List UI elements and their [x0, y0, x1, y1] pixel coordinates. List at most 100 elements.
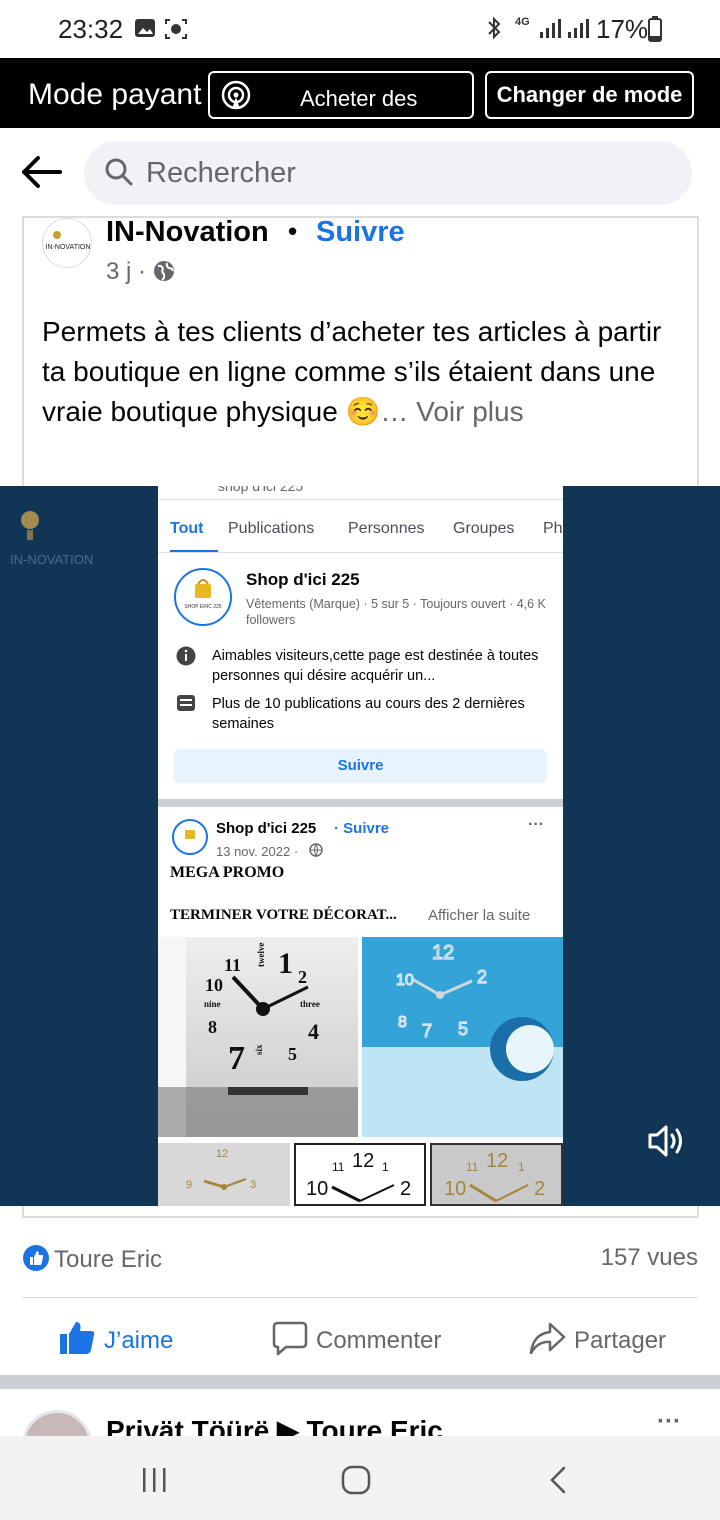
status-time: 23:32 [58, 14, 124, 44]
svg-text:2: 2 [534, 1178, 545, 1200]
like-button[interactable]: J’aime [58, 1320, 173, 1363]
clock-photo-3: 12 9 3 [158, 1143, 290, 1206]
share-label: Partager [574, 1327, 667, 1354]
inner-post-name: Shop d'ici 225 [216, 820, 317, 837]
shop-info-description: Aimables visiteurs,cette page est destin… [212, 648, 539, 684]
svg-text:2: 2 [477, 967, 487, 987]
comment-button[interactable]: Commenter [272, 1320, 441, 1363]
watermark-text: IN-NOVATION [10, 552, 93, 564]
svg-text:12: 12 [432, 942, 454, 964]
page-avatar[interactable]: IN-NOVATION [42, 218, 92, 268]
watermark-logo: IN-NOVATION [8, 504, 118, 567]
comment-label: Commenter [316, 1327, 442, 1354]
page-name[interactable]: IN-Novation [106, 216, 269, 249]
post-body: Permets à tes clients d’acheter tes arti… [42, 316, 662, 427]
inner-post-subtitle: TERMINER VOTRE DÉCORAT... [170, 907, 397, 923]
clock-photo-1: 11 1 2 10 nine three 8 4 7 5 twelve six [158, 937, 358, 1137]
change-mode-button[interactable]: Changer de mode [485, 71, 694, 119]
svg-text:12: 12 [486, 1150, 508, 1172]
svg-text:1: 1 [278, 947, 293, 980]
inner-search-bar: shop d'ici 225 [158, 486, 563, 500]
battery-icon [648, 16, 670, 42]
search-box[interactable] [84, 141, 692, 205]
clock-photo-5: 12 11 1 10 2 [430, 1143, 563, 1206]
inner-tab-photos: Ph [543, 520, 563, 537]
shop-logo-text: SHOP ERIC 225 [184, 604, 221, 610]
svg-text:twelve: twelve [256, 943, 266, 968]
svg-text:11: 11 [332, 1160, 345, 1174]
bluetooth-icon [484, 16, 506, 40]
separator-dot: • [288, 216, 298, 246]
svg-text:8: 8 [398, 1014, 407, 1031]
svg-text:10: 10 [444, 1178, 466, 1200]
search-icon [104, 157, 134, 192]
signal-icon [538, 18, 561, 38]
svg-text:8: 8 [208, 1017, 217, 1037]
svg-text:2: 2 [298, 967, 307, 987]
svg-text:11: 11 [466, 1160, 479, 1174]
see-more-link[interactable]: … Voir plus [380, 396, 523, 427]
broadcast-icon [220, 79, 252, 116]
follow-link[interactable]: Suivre [316, 216, 405, 249]
recent-apps-icon[interactable] [140, 1466, 170, 1499]
like-label: J’aime [104, 1327, 174, 1354]
post-time-text: 3 j · [106, 258, 147, 285]
search-input[interactable] [146, 153, 666, 193]
svg-text:12: 12 [352, 1150, 374, 1172]
gallery-icon [134, 18, 156, 38]
svg-text:six: six [254, 1044, 264, 1055]
buy-data-button[interactable]: Acheter des [208, 71, 474, 119]
android-nav-bar [0, 1436, 720, 1520]
share-button[interactable]: Partager [528, 1320, 666, 1363]
svg-text:10: 10 [396, 972, 414, 989]
thumbs-up-icon [58, 1320, 96, 1363]
shop-logo: SHOP ERIC 225 [174, 568, 232, 626]
svg-text:11: 11 [224, 955, 241, 975]
inner-tab-groups: Groupes [453, 520, 515, 537]
post-time: 3 j · [106, 258, 175, 289]
battery-level: 17% [596, 14, 649, 44]
svg-text:10: 10 [205, 975, 223, 995]
inner-tab-divider [158, 552, 563, 553]
post-text: Permets à tes clients d’acheter tes arti… [42, 312, 682, 432]
svg-text:nine: nine [204, 999, 221, 1009]
posts-icon [176, 694, 196, 717]
comment-icon [272, 1320, 308, 1363]
svg-text:10: 10 [306, 1178, 328, 1200]
reaction-liker: Toure Eric [54, 1246, 163, 1273]
clock-photo-4: 12 11 1 10 2 [294, 1143, 426, 1206]
inner-tab-people: Personnes [348, 520, 425, 537]
share-icon [528, 1320, 566, 1363]
volume-icon[interactable] [644, 1120, 686, 1167]
status-bar: 23:32 4G 17% [0, 0, 720, 58]
next-post-more-icon[interactable]: ··· [657, 1408, 681, 1436]
inner-post-more-icon: ··· [528, 816, 544, 833]
svg-text:1: 1 [382, 1160, 389, 1174]
screen-record-icon [164, 18, 187, 39]
inner-globe-icon [309, 843, 323, 862]
svg-text:5: 5 [458, 1019, 468, 1039]
svg-text:1: 1 [518, 1160, 525, 1174]
shop-name: Shop d'ici 225 [246, 570, 360, 589]
clock-photo-2: 12 2 10 8 5 7 [362, 937, 563, 1137]
home-icon[interactable] [340, 1464, 372, 1501]
inner-post-date: 13 nov. 2022 · [216, 844, 299, 859]
video-screen: shop d'ici 225 Tout Publications Personn… [158, 486, 563, 1206]
inner-post-title: MEGA PROMO [170, 864, 285, 881]
reaction-summary[interactable]: Toure Eric [22, 1244, 162, 1279]
shop-info-activity: Plus de 10 publications au cours des 2 d… [212, 696, 525, 732]
like-reaction-icon [22, 1244, 50, 1279]
svg-text:3: 3 [250, 1179, 256, 1191]
shop-follow-button: Suivre [174, 749, 547, 783]
inner-post-avatar [172, 819, 208, 855]
svg-text:7: 7 [422, 1021, 432, 1041]
avatar-text: IN-NOVATION [46, 244, 91, 251]
back-nav-icon[interactable] [546, 1464, 570, 1501]
svg-text:2: 2 [400, 1178, 411, 1200]
actions-divider [22, 1297, 698, 1298]
view-count: 157 vues [600, 1244, 698, 1271]
mode-title: Mode payant [28, 78, 202, 111]
svg-text:three: three [300, 999, 320, 1009]
svg-text:4: 4 [308, 1019, 319, 1044]
back-arrow-icon[interactable] [20, 154, 62, 195]
